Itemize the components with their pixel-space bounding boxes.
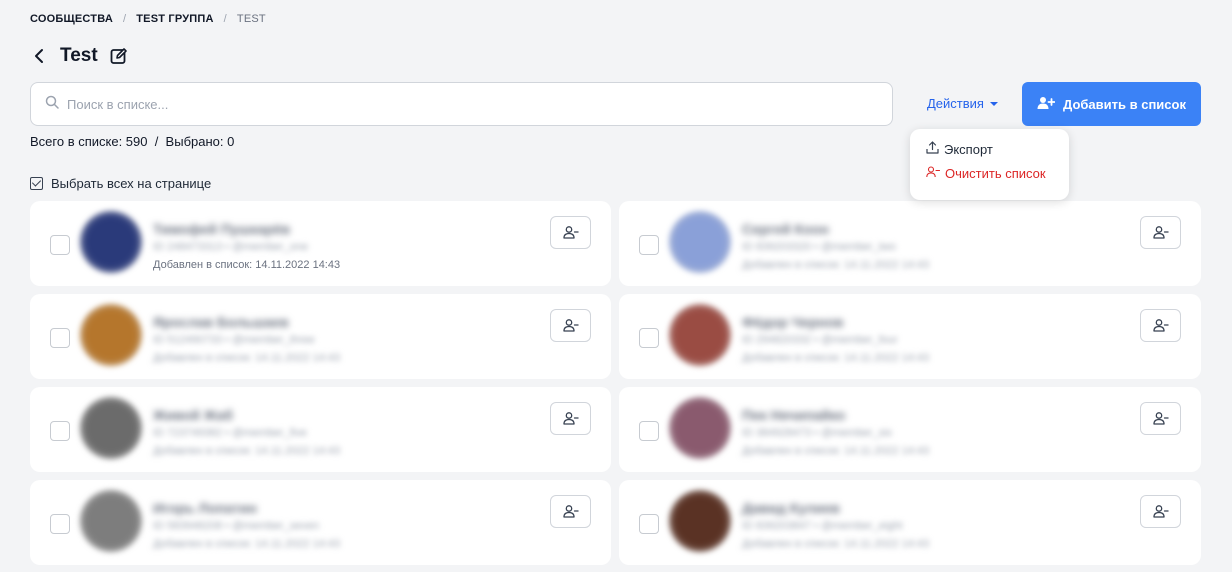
member-card: Игорь Лопатин ID 583948208 • @member_sev… [30,480,611,565]
member-card: Тимофей Пушкарёв ID 248473313 • @member_… [30,201,611,286]
actions-menu: Экспорт Очистить список [910,129,1069,200]
search-icon [45,95,59,114]
remove-user-icon [562,412,579,425]
select-all-checkbox[interactable] [30,177,43,190]
member-checkbox[interactable] [50,235,70,255]
breadcrumb-item-current: TEST [236,13,266,25]
actions-label: Действия [927,96,984,111]
member-added-date: Добавлен в список: 14.11.2022 14:43 [742,445,930,457]
page-title: Test [60,45,98,66]
avatar [80,397,142,459]
member-name: Сергей Коон [742,221,829,237]
title-row: Test [30,43,130,69]
member-name: Живой Жаб [153,407,233,423]
menu-item-export-label: Экспорт [944,141,993,157]
remove-user-icon [562,226,579,239]
select-all-row[interactable]: Выбрать всех на странице [30,176,211,191]
remove-user-icon [562,505,579,518]
avatar [669,211,731,273]
remove-member-button[interactable] [1140,402,1181,435]
remove-user-icon [926,166,941,181]
list-totals: Всего в списке: 590 / Выбрано: 0 [30,134,235,149]
member-checkbox[interactable] [50,328,70,348]
member-meta: ID 723749382 • @member_five [153,427,307,439]
remove-member-button[interactable] [1140,309,1181,342]
member-meta: ID 839203320 • @member_two [742,241,896,253]
member-name: Игорь Лопатин [153,500,257,516]
member-checkbox[interactable] [639,421,659,441]
member-meta: ID 512490733 • @member_three [153,334,315,346]
member-meta: ID 583948208 • @member_seven [153,520,320,532]
remove-member-button[interactable] [550,402,591,435]
avatar [80,490,142,552]
avatar [80,211,142,273]
remove-member-button[interactable] [550,309,591,342]
member-meta: ID 384928473 • @member_six [742,427,893,439]
member-meta: ID 839203847 • @member_eight [742,520,903,532]
breadcrumb-separator: / [223,13,227,25]
caret-down-icon [989,101,998,106]
avatar [669,490,731,552]
member-checkbox[interactable] [639,514,659,534]
member-card: Фёдор Чернов ID 294820332 • @member_four… [619,294,1201,379]
add-to-list-label: Добавить в список [1063,96,1186,112]
members-grid: Тимофей Пушкарёв ID 248473313 • @member_… [30,201,1201,565]
search-field[interactable] [30,82,893,126]
menu-item-clear-list[interactable]: Очистить список [926,166,1053,181]
member-added-date: Добавлен в список: 14.11.2022 14:43 [153,259,341,271]
member-added-date: Добавлен в список: 14.11.2022 14:43 [153,445,341,457]
avatar [669,397,731,459]
member-name: Тимофей Пушкарёв [153,221,290,237]
member-card: Сергей Коон ID 839203320 • @member_two Д… [619,201,1201,286]
member-checkbox[interactable] [50,421,70,441]
breadcrumb-item-communities[interactable]: СООБЩЕСТВА [30,13,113,25]
remove-member-button[interactable] [550,216,591,249]
member-card: Пек Нечипайко ID 384928473 • @member_six… [619,387,1201,472]
back-arrow-icon[interactable] [30,47,48,65]
remove-member-button[interactable] [1140,495,1181,528]
remove-user-icon [1152,412,1169,425]
upload-icon [926,141,939,157]
member-added-date: Добавлен в список: 14.11.2022 14:43 [742,538,930,550]
member-added-date: Добавлен в список: 14.11.2022 14:43 [742,259,930,271]
member-meta: ID 294820332 • @member_four [742,334,898,346]
remove-member-button[interactable] [1140,216,1181,249]
member-name: Ярослав Большаев [153,314,289,330]
member-added-date: Добавлен в список: 14.11.2022 14:43 [153,538,341,550]
member-added-date: Добавлен в список: 14.11.2022 14:43 [742,352,930,364]
remove-user-icon [1152,226,1169,239]
member-card: Давид Кулиев ID 839203847 • @member_eigh… [619,480,1201,565]
menu-item-clear-label: Очистить список [945,166,1046,181]
remove-member-button[interactable] [550,495,591,528]
member-meta: ID 248473313 • @member_one [153,241,309,253]
avatar [80,304,142,366]
remove-user-icon [1152,505,1169,518]
actions-dropdown-button[interactable]: Действия [927,96,998,111]
breadcrumb: СООБЩЕСТВА / TEST ГРУППА / TEST [30,13,266,25]
search-input[interactable] [67,96,892,112]
member-card: Живой Жаб ID 723749382 • @member_five До… [30,387,611,472]
member-card: Ярослав Большаев ID 512490733 • @member_… [30,294,611,379]
breadcrumb-item-group[interactable]: TEST ГРУППА [136,13,213,25]
edit-icon[interactable] [110,46,130,66]
remove-user-icon [1152,319,1169,332]
select-all-label: Выбрать всех на странице [51,176,212,191]
add-to-list-button[interactable]: Добавить в список [1022,82,1201,126]
member-name: Фёдор Чернов [742,314,844,330]
breadcrumb-separator: / [122,13,127,25]
menu-item-export[interactable]: Экспорт [926,141,1053,157]
member-checkbox[interactable] [639,328,659,348]
remove-user-icon [562,319,579,332]
member-checkbox[interactable] [639,235,659,255]
member-name: Давид Кулиев [742,500,840,516]
member-checkbox[interactable] [50,514,70,534]
member-added-date: Добавлен в список: 14.11.2022 14:43 [153,352,341,364]
add-user-icon [1037,96,1056,113]
member-name: Пек Нечипайко [742,407,846,423]
avatar [669,304,731,366]
